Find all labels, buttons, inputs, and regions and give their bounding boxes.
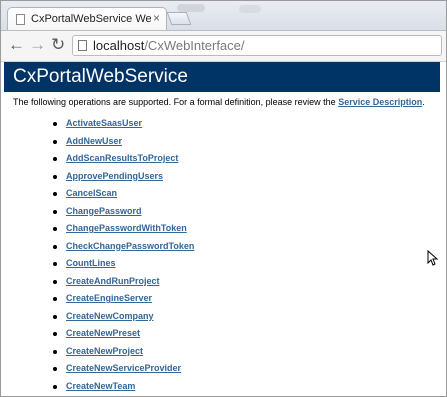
forward-button[interactable]: →	[29, 35, 46, 55]
bullet-icon	[53, 297, 57, 301]
operation-link[interactable]: AddNewUser	[66, 136, 122, 146]
operation-link[interactable]: ApprovePendingUsers	[66, 171, 163, 181]
intro-sentence: The following operations are supported. …	[13, 97, 339, 107]
url-path: /CxWebInterface/	[144, 38, 245, 53]
tab-title: CxPortalWebService Web	[31, 13, 151, 25]
bullet-icon	[53, 174, 57, 179]
new-tab-button[interactable]	[166, 12, 192, 25]
operation-link[interactable]: CreateEngineServer	[66, 293, 152, 303]
operation-link[interactable]: ChangePasswordWithToken	[66, 223, 187, 233]
bullet-icon	[53, 139, 57, 144]
operation-link[interactable]: ActivateSaasUser	[66, 118, 142, 128]
operation-link[interactable]: ChangePassword	[66, 206, 142, 216]
bullet-icon	[53, 367, 57, 371]
blurred-background-icon	[177, 4, 205, 12]
bullet-icon	[53, 384, 57, 389]
operation-link[interactable]: CancelScan	[66, 188, 117, 198]
browser-window: CxPortalWebService Web × ← → ↻ localhost…	[0, 0, 447, 397]
reload-button[interactable]: ↻	[51, 35, 65, 55]
bullet-icon	[53, 227, 57, 231]
bullet-icon	[53, 349, 57, 354]
bullet-icon	[53, 332, 57, 336]
browser-toolbar: ← → ↻ localhost/CxWebInterface/	[1, 31, 446, 62]
address-bar[interactable]: localhost/CxWebInterface/	[72, 35, 442, 56]
blurred-background-icon	[239, 5, 261, 13]
bullet-icon	[53, 122, 57, 126]
close-icon[interactable]: ×	[153, 11, 160, 25]
operation-link[interactable]: CreateNewTeam	[66, 381, 135, 391]
tab-strip: CxPortalWebService Web ×	[1, 1, 446, 31]
intro-end: .	[422, 97, 425, 107]
page-icon	[16, 14, 25, 25]
operation-link[interactable]: AddScanResultsToProject	[66, 153, 178, 163]
bullet-icon	[53, 279, 57, 284]
url-host: localhost	[93, 38, 145, 53]
intro-text: The following operations are supported. …	[13, 97, 425, 107]
back-button[interactable]: ←	[8, 35, 25, 55]
url-text[interactable]: localhost/CxWebInterface/	[93, 38, 245, 53]
bullet-icon	[53, 244, 57, 249]
browser-tab[interactable]: CxPortalWebService Web ×	[7, 7, 167, 30]
mouse-cursor-icon	[427, 250, 439, 266]
bullet-icon	[53, 209, 57, 214]
operation-link[interactable]: CreateNewServiceProvider	[66, 363, 181, 373]
operation-link[interactable]: CheckChangePasswordToken	[66, 241, 194, 251]
page-banner: CxPortalWebService	[4, 62, 440, 92]
bullet-icon	[53, 192, 57, 196]
bullet-icon	[53, 157, 57, 161]
operation-link[interactable]: CreateNewProject	[66, 346, 143, 356]
operation-link[interactable]: CreateNewPreset	[66, 328, 140, 338]
page-content: CxPortalWebService The following operati…	[1, 62, 446, 396]
page-icon	[78, 40, 87, 51]
page-title: CxPortalWebService	[13, 66, 188, 87]
bullet-icon	[53, 314, 57, 319]
operation-link[interactable]: CreateNewCompany	[66, 311, 154, 321]
service-description-link[interactable]: Service Description	[338, 97, 422, 107]
bullet-icon	[53, 262, 57, 266]
operation-link[interactable]: CountLines	[66, 258, 116, 268]
operation-link[interactable]: CreateAndRunProject	[66, 276, 160, 286]
